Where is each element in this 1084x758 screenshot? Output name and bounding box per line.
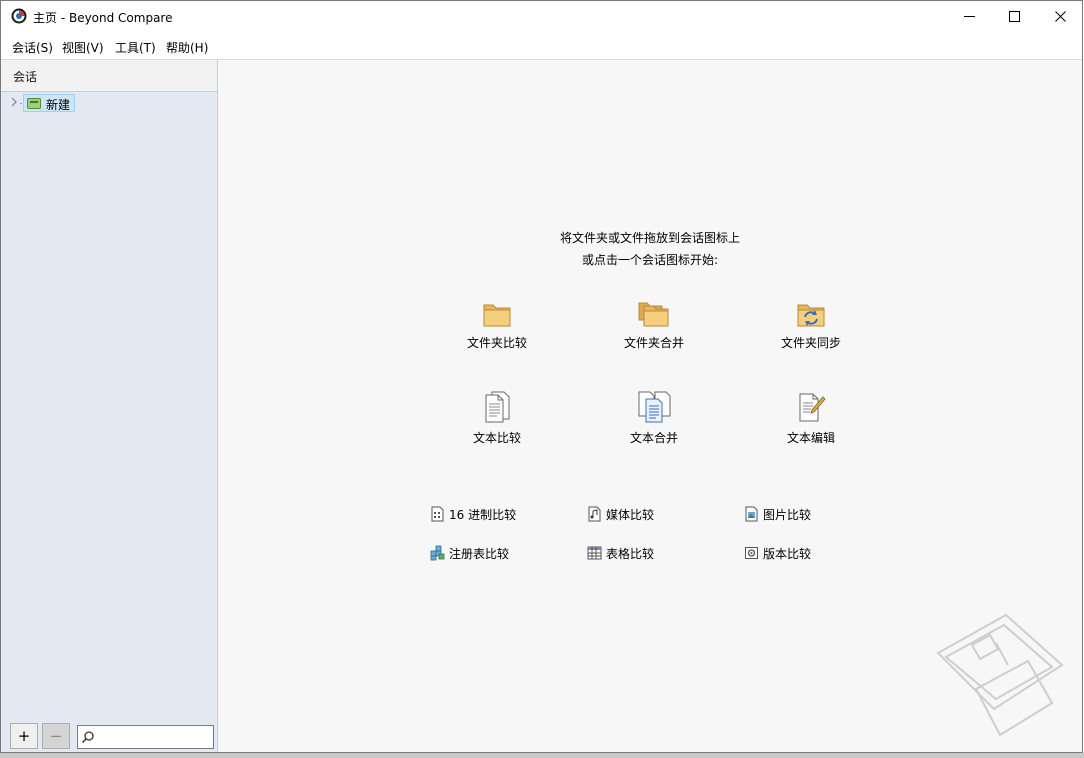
text-document-icon (485, 391, 510, 423)
add-session-button[interactable]: + (10, 723, 38, 749)
tree-item-selection[interactable]: 新建 (23, 94, 75, 112)
folder-merge-label: 文件夹合并 (623, 336, 684, 350)
registry-compare-label: 注册表比较 (449, 547, 510, 561)
folder-icon (483, 304, 511, 327)
text-merge-tile[interactable]: 文本合并 (594, 391, 714, 455)
sidebar-title: 会话 (13, 70, 38, 84)
beyond-compare-logo-icon (11, 8, 27, 24)
session-search-box[interactable] (77, 725, 214, 749)
close-icon (1054, 11, 1066, 22)
text-compare-tile[interactable]: 文本比较 (437, 391, 557, 455)
folder-sync-tile[interactable]: 文件夹同步 (751, 300, 871, 364)
table-icon (587, 546, 602, 560)
app-window: 主页 - Beyond Compare 会话(S) 视图(V) 工具(T) 帮助… (0, 0, 1083, 753)
folder-compare-label: 文件夹比较 (466, 336, 527, 350)
intro-line-1: 将文件夹或文件拖放到会话图标上 (559, 231, 740, 245)
maximize-icon (1008, 11, 1020, 22)
sidebar-header: 会话 (1, 60, 217, 92)
folder-sync-icon (797, 304, 825, 327)
picture-compare-label: 图片比较 (763, 508, 812, 522)
window-title: 主页 - Beyond Compare (33, 11, 173, 25)
table-compare-label: 表格比较 (606, 547, 655, 561)
desktop-edge (0, 753, 1084, 758)
picture-icon (745, 506, 758, 522)
version-icon (745, 547, 758, 559)
close-button[interactable] (1037, 1, 1083, 32)
session-sidebar: 会话 新建 + − (1, 60, 218, 752)
session-folder-icon (27, 98, 41, 109)
folder-merge-tile[interactable]: 文件夹合并 (594, 300, 714, 364)
menu-tools[interactable]: 工具(T) (115, 39, 156, 56)
text-edit-tile[interactable]: 文本编辑 (751, 391, 871, 455)
maximize-button[interactable] (991, 1, 1037, 32)
folder-compare-tile[interactable]: 文件夹比较 (437, 300, 557, 364)
media-icon (588, 506, 601, 522)
text-compare-label: 文本比较 (472, 431, 521, 445)
intro-line-2: 或点击一个会话图标开始: (581, 253, 719, 267)
session-search-input[interactable] (98, 728, 214, 748)
watermark-logo-icon (936, 613, 1064, 737)
menu-session[interactable]: 会话(S) (12, 39, 53, 56)
title-bar[interactable]: 主页 - Beyond Compare (1, 1, 1082, 32)
text-merge-icon (638, 391, 671, 423)
search-icon (81, 731, 94, 744)
minimize-button[interactable] (946, 1, 992, 32)
registry-icon (430, 545, 445, 561)
menu-help[interactable]: 帮助(H) (166, 39, 208, 56)
sidebar-footer: + − (1, 717, 217, 752)
text-merge-label: 文本合并 (629, 431, 678, 445)
folder-sync-label: 文件夹同步 (780, 336, 841, 350)
hex-icon (431, 506, 444, 522)
media-compare-label: 媒体比较 (606, 508, 655, 522)
tree-item-new[interactable]: 新建 (9, 94, 79, 112)
menu-bar: 会话(S) 视图(V) 工具(T) 帮助(H) (1, 32, 1082, 60)
tree-item-label: 新建 (46, 98, 71, 112)
text-edit-label: 文本编辑 (786, 431, 835, 445)
menu-view[interactable]: 视图(V) (62, 39, 104, 56)
text-edit-icon (799, 393, 826, 422)
remove-session-button[interactable]: − (42, 723, 70, 749)
minimize-icon (963, 16, 975, 17)
folder-merge-icon (638, 302, 669, 327)
chevron-right-icon[interactable] (10, 96, 18, 108)
version-compare-label: 版本比较 (763, 547, 812, 561)
hex-compare-label: 16 进制比较 (449, 508, 517, 522)
